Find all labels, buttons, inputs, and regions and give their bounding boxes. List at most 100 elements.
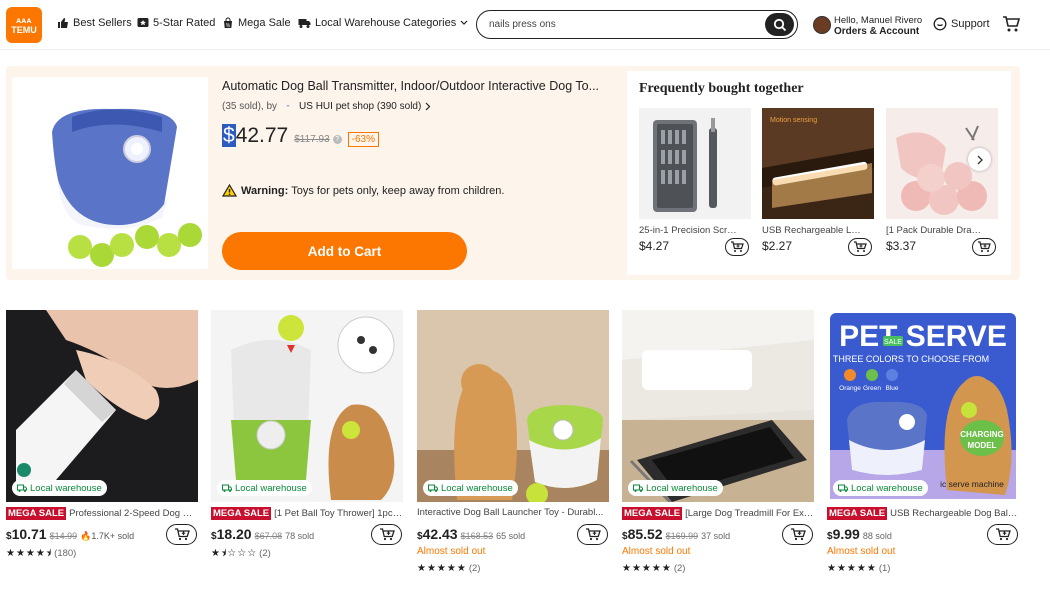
- star-rating: ★★★★★: [622, 563, 672, 574]
- sold-count: 88 sold: [862, 531, 892, 541]
- cart-plus-icon: [790, 528, 806, 541]
- nav-best-sellers[interactable]: Best Sellers: [57, 17, 132, 29]
- warehouse-icon: [633, 484, 643, 492]
- add-to-cart-button[interactable]: [577, 524, 608, 545]
- product-title[interactable]: Automatic Dog Ball Transmitter, Indoor/O…: [222, 79, 602, 93]
- product-title[interactable]: Interactive Dog Ball Launcher Toy - Dura…: [417, 507, 609, 518]
- cart-button[interactable]: [1002, 15, 1021, 38]
- info-icon[interactable]: ?: [332, 135, 342, 144]
- mega-sale-badge: MEGA SALE: [827, 507, 888, 520]
- warning-notice: Warning: Toys for pets only, keep away f…: [222, 184, 504, 197]
- fbt-item-name: [1 Pack Durable Drawstr...: [886, 225, 986, 236]
- cart-plus-icon: [585, 528, 601, 541]
- fbt-item[interactable]: Motion sensing USB Rechargeable LED ... …: [762, 108, 874, 253]
- product-sold-info: (35 sold), by ᵔ US HUI pet shop (390 sol…: [222, 101, 432, 112]
- add-to-cart-button[interactable]: [166, 524, 197, 545]
- rating: ★★★★⯨ (180): [6, 546, 76, 563]
- fbt-item-name: 25-in-1 Precision Screw...: [639, 225, 739, 236]
- discount-badge: -63%: [347, 132, 380, 147]
- promo-sub: THREE COLORS TO CHOOSE FROM: [833, 354, 989, 364]
- product-card[interactable]: Local warehouse MEGA SALE [Large Dog Trea…: [622, 310, 814, 574]
- product-card[interactable]: Local warehouse MEGA SALE [1 Pet Ball Toy…: [211, 310, 403, 559]
- fbt-add-cart-button[interactable]: [725, 238, 749, 256]
- warehouse-icon: [17, 484, 27, 492]
- fbt-add-cart-button[interactable]: [972, 238, 996, 256]
- nav-label: 5-Star Rated: [153, 17, 216, 29]
- product-image[interactable]: Local warehouse: [622, 310, 814, 502]
- add-to-cart-button[interactable]: [371, 524, 402, 545]
- logo-mark: ᴀᴀᴀ: [16, 15, 32, 25]
- chevron-right-icon[interactable]: [424, 102, 432, 111]
- carousel-next-button[interactable]: [968, 148, 991, 171]
- badge-label: Local warehouse: [646, 482, 718, 494]
- review-count: (2): [673, 563, 686, 574]
- add-to-cart-button[interactable]: Add to Cart: [222, 232, 467, 270]
- nav-mega-sale[interactable]: % Mega Sale: [222, 17, 291, 29]
- color-option: Blue: [885, 385, 898, 392]
- fbt-item[interactable]: 25-in-1 Precision Screw... $4.27: [639, 108, 751, 253]
- product-name: [1 Pet Ball Toy Thrower] 1pc P...: [274, 508, 403, 519]
- mega-sale-badge: MEGA SALE: [211, 507, 272, 520]
- logo-text: TEMU: [11, 24, 37, 35]
- sold-count: 78 sold: [285, 531, 315, 541]
- almost-sold-out: Almost sold out: [622, 546, 691, 557]
- add-to-cart-button[interactable]: [987, 524, 1018, 545]
- product-image[interactable]: Local warehouse: [417, 310, 609, 502]
- nav-categories[interactable]: Categories: [403, 17, 472, 29]
- product-image[interactable]: PET SERVE SALE THREE COLORS TO CHOOSE FR…: [827, 310, 1019, 502]
- local-warehouse-badge: Local warehouse: [628, 480, 723, 496]
- featured-product-image[interactable]: [12, 77, 208, 269]
- temu-logo[interactable]: ᴀᴀᴀ TEMU: [6, 7, 42, 43]
- support-label: Support: [951, 18, 990, 30]
- cart-plus-icon: [854, 241, 867, 252]
- product-image[interactable]: Local warehouse: [6, 310, 198, 502]
- price-row: $18.20 $67.08 78 sold: [211, 526, 314, 542]
- product-title[interactable]: MEGA SALE USB Rechargeable Dog Ball La...: [827, 507, 1019, 520]
- product-card[interactable]: Local warehouse MEGA SALE Professional 2-…: [6, 310, 198, 559]
- product-image[interactable]: Local warehouse: [211, 310, 403, 502]
- local-warehouse-badge: Local warehouse: [217, 480, 312, 496]
- search-button[interactable]: [765, 13, 794, 36]
- product-title[interactable]: MEGA SALE [Large Dog Treadmill For Exer..…: [622, 507, 814, 520]
- original-price: $117.93: [294, 134, 330, 145]
- nav-five-star-rated[interactable]: 5-Star Rated: [137, 17, 215, 29]
- product-card[interactable]: Local warehouse Interactive Dog Ball Lau…: [417, 310, 609, 574]
- svg-text:ᵔ: ᵔ: [287, 103, 290, 112]
- fbt-add-cart-button[interactable]: [848, 238, 872, 256]
- product-price: 10.71: [11, 526, 47, 542]
- sold-count: 37 sold: [701, 531, 731, 541]
- top-header: ᴀᴀᴀ TEMU Best Sellers 5-Star Rated % Meg…: [0, 0, 1050, 50]
- product-price: 18.20: [216, 526, 252, 542]
- nav-local-warehouse[interactable]: Local Warehouse: [298, 17, 400, 29]
- sold-count: 🔥1.7K+ sold: [80, 531, 135, 541]
- search-input[interactable]: [489, 16, 759, 33]
- fbt-title: Frequently bought together: [639, 81, 804, 96]
- star-rating: ★⯨☆☆☆: [211, 548, 258, 559]
- account-greeting: Hello, Manuel Rivero: [834, 15, 923, 26]
- frequently-bought-together: Frequently bought together 25-in-1 Preci…: [627, 71, 1011, 275]
- add-to-cart-button[interactable]: [782, 524, 813, 545]
- product-card[interactable]: PET SERVE SALE THREE COLORS TO CHOOSE FR…: [827, 310, 1019, 574]
- product-price: 9.99: [832, 526, 860, 542]
- nav-label: Mega Sale: [238, 17, 291, 29]
- promo-headline: PET SERVE: [839, 320, 1007, 353]
- badge-label: Local warehouse: [235, 482, 307, 494]
- cart-plus-icon: [978, 241, 991, 252]
- product-name: Interactive Dog Ball Launcher Toy - Dura…: [417, 507, 604, 518]
- fbt-item[interactable]: [1 Pack Durable Drawstr... $3.37: [886, 108, 998, 253]
- star-badge-icon: [137, 18, 149, 27]
- price-row: $85.52 $169.99 37 sold: [622, 526, 730, 542]
- shop-link[interactable]: US HUI pet shop (390 sold): [299, 101, 421, 112]
- promo-sale-tag: SALE: [884, 339, 902, 346]
- chevron-down-icon: [460, 20, 468, 25]
- support-link[interactable]: Support: [933, 17, 990, 31]
- rating: ★★★★★ (2): [417, 563, 480, 574]
- truck-icon: [298, 19, 311, 28]
- product-title[interactable]: MEGA SALE [1 Pet Ball Toy Thrower] 1pc P.…: [211, 507, 403, 520]
- fbt-item-image[interactable]: [639, 108, 751, 219]
- badge-label: Local warehouse: [30, 482, 102, 494]
- fbt-item-image[interactable]: Motion sensing: [762, 108, 874, 219]
- star-rating: ★★★★★: [417, 563, 467, 574]
- rating: ★⯨☆☆☆ (2): [211, 546, 271, 563]
- product-title[interactable]: MEGA SALE Professional 2-Speed Dog Nai...: [6, 507, 198, 520]
